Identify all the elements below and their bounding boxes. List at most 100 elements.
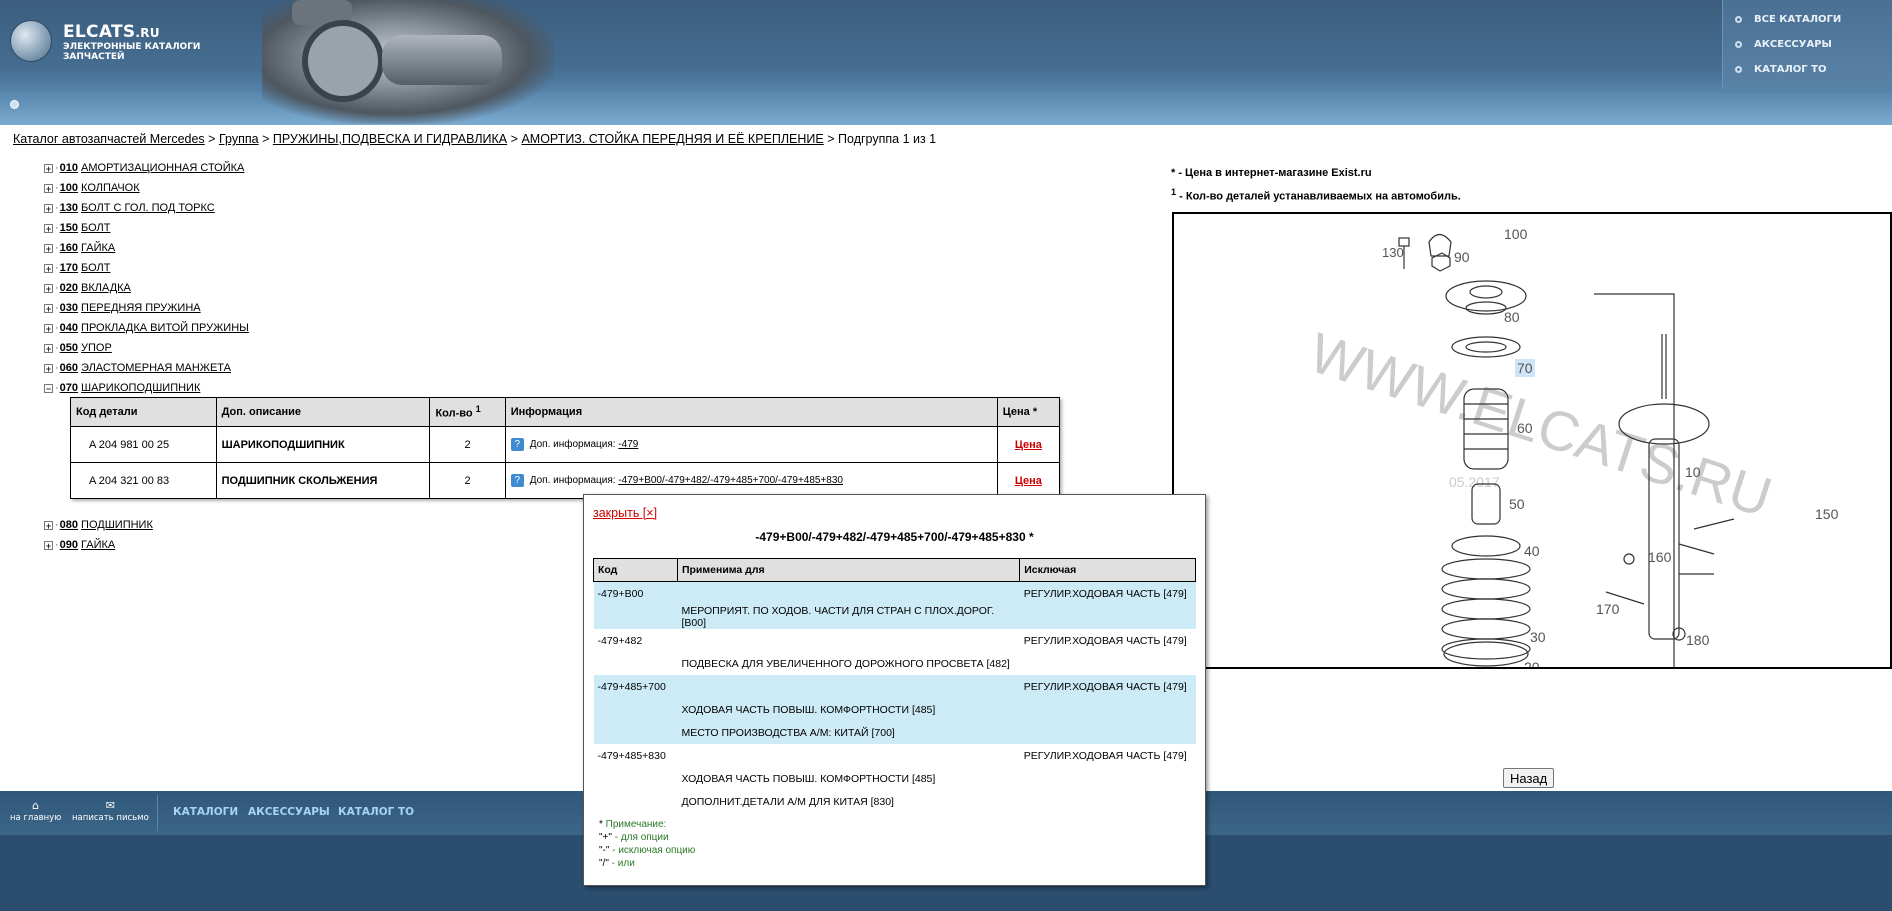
- popup-close-link[interactable]: закрыть [×]: [593, 506, 657, 520]
- info-link[interactable]: -479: [618, 439, 638, 450]
- tree-item-name[interactable]: ПЕРЕДНЯЯ ПРУЖИНА: [81, 302, 201, 314]
- tree-item[interactable]: + · 050 УПОР: [44, 338, 249, 358]
- tree-item[interactable]: + · 040 ПРОКЛАДКА ВИТОЙ ПРУЖИНЫ: [44, 318, 249, 338]
- callout-30[interactable]: 30: [1530, 629, 1546, 645]
- breadcrumb-link-springs[interactable]: ПРУЖИНЫ,ПОДВЕСКА И ГИДРАВЛИКА: [273, 132, 507, 146]
- expand-icon[interactable]: +: [44, 203, 53, 213]
- callout-10[interactable]: 10: [1685, 464, 1701, 480]
- back-button[interactable]: Назад: [1503, 768, 1555, 788]
- tree-item-code[interactable]: 080: [60, 519, 78, 531]
- footer-write[interactable]: ✉ написать письмо: [72, 799, 149, 823]
- callout-100[interactable]: 100: [1504, 226, 1528, 242]
- tree-item-name[interactable]: ЭЛАСТОМЕРНАЯ МАНЖЕТА: [81, 362, 231, 374]
- tree-item-code[interactable]: 100: [60, 182, 78, 194]
- breadcrumb-link-catalog[interactable]: Каталог автозапчастей Mercedes: [13, 132, 205, 146]
- tree-item[interactable]: + · 150 БОЛТ: [44, 218, 249, 238]
- tree-item-name[interactable]: КОЛПАЧОК: [81, 182, 140, 194]
- tree-item-code[interactable]: 010: [60, 162, 78, 174]
- part-70-bearing[interactable]: [1451, 336, 1521, 358]
- tree-item-name[interactable]: ГАЙКА: [81, 539, 115, 551]
- tree-item[interactable]: + · 030 ПЕРЕДНЯЯ ПРУЖИНА: [44, 298, 249, 318]
- tree-item-code[interactable]: 070: [60, 382, 78, 394]
- tree-item[interactable]: + · 010 АМОРТИЗАЦИОННАЯ СТОЙКА: [44, 158, 249, 178]
- tree-item[interactable]: + · 160 ГАЙКА: [44, 238, 249, 258]
- expand-icon[interactable]: +: [44, 163, 53, 173]
- tree-item-code[interactable]: 030: [60, 302, 78, 314]
- expand-icon[interactable]: +: [44, 183, 53, 193]
- tree-item[interactable]: + · 090 ГАЙКА: [44, 535, 249, 555]
- tree-item-code[interactable]: 130: [60, 202, 78, 214]
- part-150-bolt[interactable]: [1693, 518, 1735, 530]
- tree-item-code[interactable]: 020: [60, 282, 78, 294]
- footer-link-accessories[interactable]: АКСЕССУАРЫ: [248, 806, 330, 818]
- tree-item-name[interactable]: УПОР: [81, 342, 112, 354]
- callout-70[interactable]: 70: [1517, 360, 1533, 376]
- info-icon[interactable]: ?: [510, 438, 524, 451]
- expand-icon[interactable]: +: [44, 323, 53, 333]
- tree-item-name[interactable]: ПРОКЛАДКА ВИТОЙ ПРУЖИНЫ: [81, 322, 249, 334]
- tree-item-code[interactable]: 090: [60, 539, 78, 551]
- callout-60[interactable]: 60: [1517, 420, 1533, 436]
- expand-icon[interactable]: +: [44, 283, 53, 293]
- tree-item[interactable]: + · 020 ВКЛАДКА: [44, 278, 249, 298]
- tree-item[interactable]: + · 080 ПОДШИПНИК: [44, 515, 249, 535]
- breadcrumb-link-group[interactable]: Группа: [219, 132, 259, 146]
- tree-item[interactable]: − · 070 ШАРИКОПОДШИПНИК: [44, 378, 249, 398]
- topnav-service-catalog[interactable]: КАТАЛОГ ТО: [1735, 64, 1826, 75]
- tree-item-name[interactable]: ШАРИКОПОДШИПНИК: [81, 382, 200, 394]
- tree-item[interactable]: + · 130 БОЛТ С ГОЛ. ПОД ТОРКС: [44, 198, 249, 218]
- tree-item-name[interactable]: БОЛТ: [81, 262, 110, 274]
- globe-logo-icon[interactable]: [10, 20, 52, 62]
- callout-20[interactable]: 20: [1524, 659, 1540, 667]
- callout-80[interactable]: 80: [1504, 309, 1520, 325]
- part-20-pad[interactable]: [1443, 641, 1529, 667]
- expand-icon[interactable]: +: [44, 343, 53, 353]
- expand-icon[interactable]: +: [44, 263, 53, 273]
- info-link[interactable]: -479+B00/-479+482/-479+485+700/-479+485+…: [618, 475, 843, 486]
- tree-item-code[interactable]: 150: [60, 222, 78, 234]
- price-link[interactable]: Цена: [1015, 475, 1042, 487]
- callout-150[interactable]: 150: [1815, 506, 1839, 522]
- tree-item[interactable]: + · 170 БОЛТ: [44, 258, 249, 278]
- callout-170[interactable]: 170: [1596, 601, 1620, 617]
- callout-180[interactable]: 180: [1686, 632, 1710, 648]
- part-50-bumpstop[interactable]: [1471, 483, 1501, 525]
- expand-icon[interactable]: +: [44, 363, 53, 373]
- expand-icon[interactable]: +: [44, 303, 53, 313]
- tree-item-name[interactable]: БОЛТ: [81, 222, 110, 234]
- footer-link-catalogs[interactable]: КАТАЛОГИ: [173, 806, 238, 818]
- logo-title[interactable]: ELCATS.RU: [63, 22, 160, 42]
- part-40-plate[interactable]: [1451, 535, 1521, 557]
- tree-item-code[interactable]: 050: [60, 342, 78, 354]
- callout-90[interactable]: 90: [1454, 249, 1470, 265]
- tree-item-name[interactable]: ПОДШИПНИК: [81, 519, 153, 531]
- collapse-icon[interactable]: −: [44, 383, 53, 393]
- breadcrumb-link-strut[interactable]: АМОРТИЗ. СТОЙКА ПЕРЕДНЯЯ И ЕЁ КРЕПЛЕНИЕ: [521, 132, 823, 146]
- tree-item[interactable]: + · 100 КОЛПАЧОК: [44, 178, 249, 198]
- expand-icon[interactable]: +: [44, 243, 53, 253]
- expand-icon[interactable]: +: [44, 520, 53, 530]
- tree-item-code[interactable]: 160: [60, 242, 78, 254]
- tree-item[interactable]: + · 060 ЭЛАСТОМЕРНАЯ МАНЖЕТА: [44, 358, 249, 378]
- price-link[interactable]: Цена: [1015, 439, 1042, 451]
- tree-item-name[interactable]: ГАЙКА: [81, 242, 115, 254]
- footer-home[interactable]: ⌂ на главную: [10, 799, 61, 823]
- callout-160[interactable]: 160: [1648, 549, 1672, 565]
- part-160-nut[interactable]: [1623, 553, 1635, 565]
- tree-item-code[interactable]: 170: [60, 262, 78, 274]
- tree-item-name[interactable]: ВКЛАДКА: [81, 282, 131, 294]
- expand-icon[interactable]: +: [44, 540, 53, 550]
- tree-item-code[interactable]: 040: [60, 322, 78, 334]
- tree-item-code[interactable]: 060: [60, 362, 78, 374]
- callout-130[interactable]: 130: [1382, 245, 1404, 260]
- tree-item-name[interactable]: АМОРТИЗАЦИОННАЯ СТОЙКА: [81, 162, 244, 174]
- topnav-all-catalogs[interactable]: ВСЕ КАТАЛОГИ: [1735, 14, 1841, 25]
- callout-40[interactable]: 40: [1524, 543, 1540, 559]
- topnav-accessories[interactable]: АКСЕССУАРЫ: [1735, 39, 1832, 50]
- info-icon[interactable]: ?: [510, 474, 524, 487]
- tree-item-name[interactable]: БОЛТ С ГОЛ. ПОД ТОРКС: [81, 202, 215, 214]
- callout-50[interactable]: 50: [1509, 496, 1525, 512]
- footer-link-service-catalog[interactable]: КАТАЛОГ ТО: [338, 806, 414, 818]
- expand-icon[interactable]: +: [44, 223, 53, 233]
- part-100-cap[interactable]: [1428, 233, 1452, 257]
